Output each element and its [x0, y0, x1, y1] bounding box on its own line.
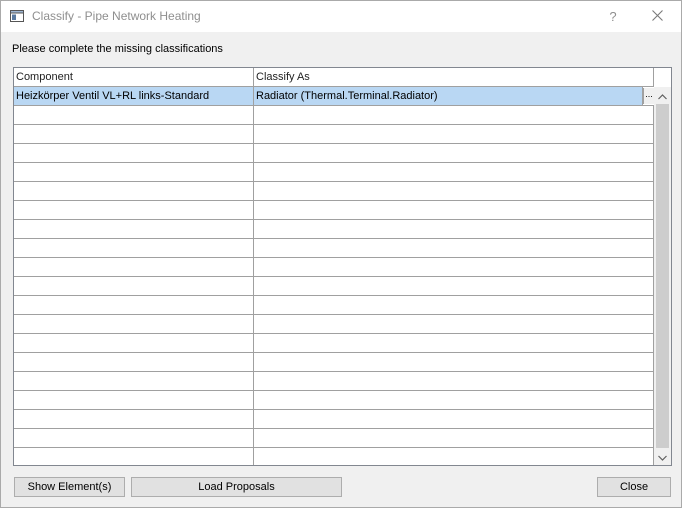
classify-as-cell[interactable]	[254, 106, 654, 124]
component-cell[interactable]	[14, 315, 254, 333]
component-cell[interactable]	[14, 125, 254, 143]
grid-header: Component Classify As	[14, 68, 654, 87]
component-cell[interactable]	[14, 296, 254, 314]
component-cell[interactable]	[14, 372, 254, 390]
scroll-up-button[interactable]	[654, 87, 671, 104]
component-cell[interactable]	[14, 144, 254, 162]
component-cell[interactable]	[14, 353, 254, 371]
vertical-scrollbar[interactable]	[654, 87, 671, 465]
title-bar[interactable]: Classify - Pipe Network Heating ?	[1, 1, 681, 32]
component-cell[interactable]	[14, 429, 254, 447]
table-row[interactable]	[14, 106, 654, 125]
table-row[interactable]	[14, 410, 654, 429]
close-button[interactable]: Close	[597, 477, 671, 497]
classify-dialog: Classify - Pipe Network Heating ? Please…	[0, 0, 682, 508]
component-cell[interactable]	[14, 258, 254, 276]
table-row[interactable]	[14, 201, 654, 220]
window-close-button[interactable]	[635, 1, 679, 32]
classify-as-cell[interactable]	[254, 125, 654, 143]
column-header-classify-as[interactable]: Classify As	[254, 68, 654, 86]
window-icon	[10, 10, 24, 22]
component-cell[interactable]	[14, 277, 254, 295]
classify-as-cell[interactable]	[254, 239, 654, 257]
table-row[interactable]	[14, 182, 654, 201]
classify-as-cell[interactable]	[254, 372, 654, 390]
chevron-up-icon	[658, 89, 667, 103]
component-cell[interactable]	[14, 334, 254, 352]
table-row[interactable]: Heizkörper Ventil VL+RL links-Standard R…	[14, 87, 654, 106]
grid-rows: Heizkörper Ventil VL+RL links-Standard R…	[14, 87, 654, 465]
component-cell[interactable]	[14, 106, 254, 124]
component-cell[interactable]	[14, 239, 254, 257]
table-row[interactable]	[14, 334, 654, 353]
table-row[interactable]	[14, 429, 654, 448]
table-row[interactable]	[14, 353, 654, 372]
table-row[interactable]	[14, 372, 654, 391]
load-proposals-button[interactable]: Load Proposals	[131, 477, 342, 497]
table-row[interactable]	[14, 163, 654, 182]
table-row[interactable]	[14, 239, 654, 258]
classify-as-cell[interactable]	[254, 353, 654, 371]
help-icon: ?	[609, 9, 617, 24]
component-cell[interactable]: Heizkörper Ventil VL+RL links-Standard	[14, 87, 254, 105]
classify-as-cell[interactable]	[254, 334, 654, 352]
window-title: Classify - Pipe Network Heating	[32, 9, 201, 23]
classify-as-cell[interactable]	[254, 391, 654, 409]
classify-as-cell[interactable]	[254, 182, 654, 200]
browse-classification-button[interactable]: ...	[643, 88, 654, 104]
classify-as-cell[interactable]	[254, 448, 654, 465]
classify-as-cell[interactable]: Radiator (Thermal.Terminal.Radiator)	[254, 87, 643, 105]
table-row[interactable]	[14, 258, 654, 277]
table-row[interactable]	[14, 315, 654, 334]
component-cell[interactable]	[14, 163, 254, 181]
table-row[interactable]	[14, 220, 654, 239]
table-row[interactable]	[14, 277, 654, 296]
component-cell[interactable]	[14, 220, 254, 238]
classify-as-cell[interactable]	[254, 144, 654, 162]
classify-as-cell[interactable]	[254, 410, 654, 428]
component-cell[interactable]	[14, 201, 254, 219]
classify-as-cell[interactable]	[254, 315, 654, 333]
component-cell[interactable]	[14, 410, 254, 428]
classification-grid[interactable]: Component Classify As Heizkörper Ventil …	[13, 67, 672, 466]
classify-as-cell[interactable]	[254, 296, 654, 314]
scroll-down-button[interactable]	[654, 448, 671, 465]
instruction-text: Please complete the missing classificati…	[12, 43, 223, 55]
table-row[interactable]	[14, 448, 654, 465]
classify-as-cell[interactable]	[254, 258, 654, 276]
table-row[interactable]	[14, 125, 654, 144]
classify-as-cell[interactable]	[254, 429, 654, 447]
classify-as-cell[interactable]	[254, 163, 654, 181]
classify-as-cell[interactable]	[254, 220, 654, 238]
table-row[interactable]	[14, 144, 654, 163]
table-row[interactable]	[14, 296, 654, 315]
column-header-component[interactable]: Component	[14, 68, 254, 86]
component-cell[interactable]	[14, 182, 254, 200]
close-icon	[651, 9, 663, 24]
help-button[interactable]: ?	[591, 1, 635, 32]
show-elements-button[interactable]: Show Element(s)	[14, 477, 125, 497]
chevron-down-icon	[658, 450, 667, 464]
component-cell[interactable]	[14, 448, 254, 465]
scrollbar-thumb[interactable]	[656, 104, 669, 448]
table-row[interactable]	[14, 391, 654, 410]
classify-as-cell[interactable]	[254, 201, 654, 219]
classify-as-cell[interactable]	[254, 277, 654, 295]
component-cell[interactable]	[14, 391, 254, 409]
